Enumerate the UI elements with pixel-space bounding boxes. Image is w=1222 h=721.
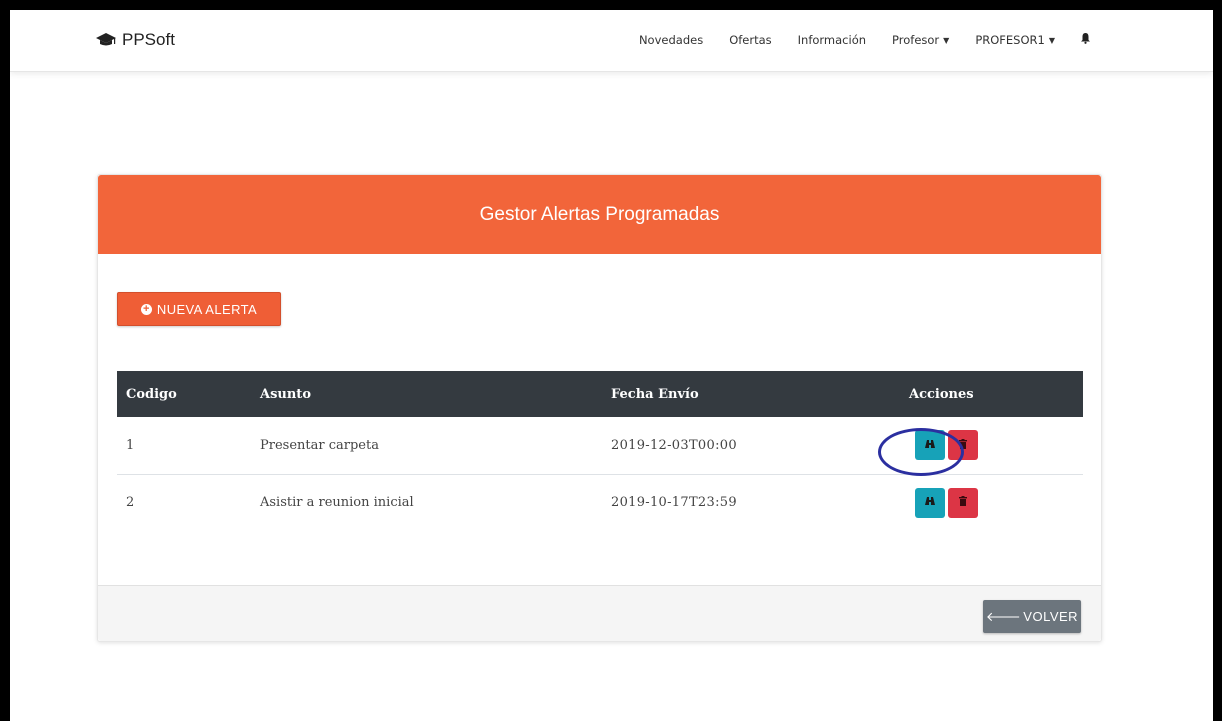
nav-item-label: Información	[797, 33, 867, 47]
delete-alert-button[interactable]	[948, 430, 978, 461]
trash-icon	[959, 438, 967, 453]
cell-asunto: Presentar carpeta	[251, 417, 602, 475]
panel-footer: 🡐 VOLVER	[98, 585, 1101, 641]
cell-fecha: 2019-12-03T00:00	[602, 417, 900, 475]
row-actions	[915, 430, 1083, 461]
cell-fecha: 2019-10-17T23:59	[611, 495, 737, 511]
nav-item-label: PROFESOR1	[975, 33, 1045, 47]
brand-name: PPSoft	[122, 30, 175, 49]
alerts-table: Codigo Asunto Fecha Envío Acciones 1 Pre…	[117, 371, 1083, 531]
column-header-asunto: Asunto	[251, 371, 602, 417]
nav-item-ofertas[interactable]: Ofertas	[716, 33, 784, 47]
caret-down-icon: ▼	[943, 35, 950, 45]
table-row: 1 Presentar carpeta 2019-12-03T00:00	[117, 417, 1083, 475]
delete-alert-button[interactable]	[948, 487, 978, 518]
back-button[interactable]: 🡐 VOLVER	[983, 600, 1081, 633]
top-navbar: PPSoft Novedades Ofertas Información Pro…	[10, 10, 1213, 72]
view-alert-button[interactable]	[915, 430, 945, 461]
caret-down-icon: ▼	[1048, 35, 1055, 45]
arrow-left-icon: 🡐	[985, 608, 1022, 624]
new-alert-button[interactable]: + NUEVA ALERTA	[117, 292, 281, 326]
column-header-acciones: Acciones	[900, 371, 1083, 417]
graduation-cap-icon	[96, 33, 116, 47]
binoculars-icon	[924, 495, 936, 510]
nav-item-informacion[interactable]: Información	[785, 33, 879, 47]
nav-menu: Novedades Ofertas Información Profesor ▼…	[626, 30, 1103, 50]
nav-item-novedades[interactable]: Novedades	[626, 33, 716, 47]
binoculars-icon	[924, 438, 936, 453]
plus-circle-icon: +	[140, 303, 152, 315]
nav-item-label: Novedades	[638, 33, 704, 47]
bell-icon	[1081, 33, 1090, 47]
cell-codigo: 1	[117, 417, 251, 475]
table-row: 2 Asistir a reunion inicial 2019-10-17T2…	[117, 474, 1083, 531]
back-label: VOLVER	[1023, 609, 1079, 624]
cell-acciones	[900, 417, 1083, 475]
alerts-panel: Gestor Alertas Programadas + NUEVA ALERT…	[97, 174, 1102, 642]
cell-codigo: 2	[126, 495, 135, 511]
nav-item-label: Ofertas	[729, 33, 772, 47]
cell-asunto: Asistir a reunion inicial	[260, 495, 414, 511]
nav-item-user-dropdown[interactable]: PROFESOR1 ▼	[962, 33, 1068, 47]
column-header-fecha: Fecha Envío	[602, 371, 900, 417]
row-actions	[915, 487, 1083, 518]
brand-link[interactable]: PPSoft	[96, 27, 175, 53]
page-title: Gestor Alertas Programadas	[479, 203, 720, 225]
nav-item-label: Profesor	[892, 33, 940, 47]
app-frame: PPSoft Novedades Ofertas Información Pro…	[10, 10, 1213, 721]
view-alert-button[interactable]	[915, 487, 945, 518]
table-header-row: Codigo Asunto Fecha Envío Acciones	[117, 371, 1083, 417]
notifications-button[interactable]	[1068, 33, 1103, 47]
cell-acciones	[900, 474, 1083, 531]
column-header-codigo: Codigo	[117, 371, 251, 417]
nav-item-profesor-dropdown[interactable]: Profesor ▼	[879, 33, 962, 47]
trash-icon	[959, 495, 967, 510]
panel-header: Gestor Alertas Programadas	[98, 175, 1101, 254]
new-alert-label: NUEVA ALERTA	[156, 301, 258, 317]
